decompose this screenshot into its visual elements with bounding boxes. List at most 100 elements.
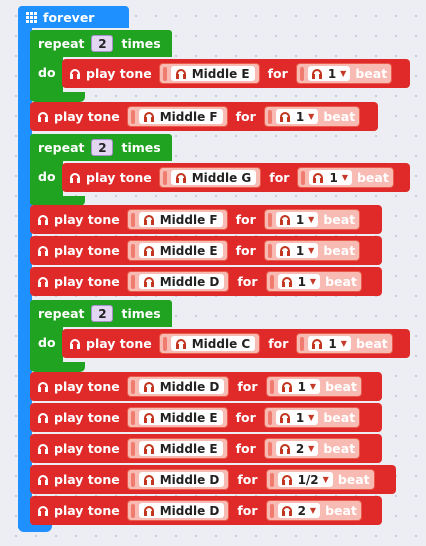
- note-value[interactable]: Middle E: [138, 441, 223, 456]
- repeat-label: repeat: [38, 36, 85, 51]
- play-tone-block[interactable]: play tone Middle E for 1 ▼ beat: [30, 403, 382, 432]
- play-tone-label: play tone: [54, 274, 120, 289]
- beat-input[interactable]: 1/2 ▼ beat: [265, 469, 375, 490]
- note-value[interactable]: Middle F: [138, 109, 223, 124]
- beat-input[interactable]: 1 ▼ beat: [263, 407, 361, 428]
- headphones-icon: [38, 246, 48, 256]
- play-tone-label: play tone: [54, 410, 120, 425]
- note-input[interactable]: Middle C: [158, 333, 261, 354]
- note-input[interactable]: Middle E: [126, 438, 228, 459]
- beat-dropdown[interactable]: 1 ▼: [277, 274, 321, 289]
- beat-dropdown[interactable]: 2 ▼: [275, 441, 319, 456]
- beat-dropdown[interactable]: 2 ▼: [277, 503, 321, 518]
- headphones-icon: [312, 339, 323, 349]
- note-value[interactable]: Middle C: [170, 336, 256, 351]
- note-value[interactable]: Middle E: [170, 66, 255, 81]
- beat-input[interactable]: 1 ▼ beat: [297, 167, 394, 188]
- repeat-block[interactable]: repeat 2 times: [30, 30, 172, 57]
- beat-input[interactable]: 1 ▼ beat: [295, 63, 393, 84]
- play-tone-block[interactable]: play tone Middle D for 1 ▼ beat: [30, 267, 382, 296]
- chevron-down-icon: ▼: [308, 444, 315, 453]
- headphones-icon: [143, 215, 154, 225]
- note-input[interactable]: Middle G: [158, 167, 262, 188]
- note-value[interactable]: Middle D: [138, 472, 225, 487]
- headphones-icon: [281, 382, 292, 392]
- play-tone-block[interactable]: play tone Middle G for 1 ▼ beat: [62, 163, 410, 192]
- note-value[interactable]: Middle G: [170, 170, 257, 185]
- play-tone-block[interactable]: play tone Middle D for 1/2 ▼ beat: [30, 465, 396, 494]
- beat-input[interactable]: 1 ▼ beat: [263, 106, 361, 127]
- play-tone-block[interactable]: play tone Middle D for 1 ▼ beat: [30, 372, 382, 401]
- repeat-block[interactable]: repeat 2 times: [30, 300, 172, 327]
- for-label: for: [237, 472, 258, 487]
- beat-dropdown[interactable]: 1 ▼: [275, 243, 319, 258]
- play-tone-block[interactable]: play tone Middle C for 1 ▼ beat: [62, 329, 410, 358]
- play-tone-label: play tone: [54, 472, 120, 487]
- beat-input[interactable]: 2 ▼ beat: [265, 500, 362, 521]
- headphones-icon: [70, 69, 80, 79]
- chevron-down-icon: ▼: [340, 69, 347, 78]
- beat-label: beat: [325, 503, 357, 518]
- chevron-down-icon: ▼: [308, 413, 315, 422]
- headphones-icon: [279, 444, 290, 454]
- for-label: for: [235, 410, 256, 425]
- beat-dropdown[interactable]: 1 ▼: [275, 410, 319, 425]
- play-tone-block[interactable]: play tone Middle E for 1 ▼ beat: [62, 59, 410, 88]
- play-tone-block[interactable]: play tone Middle F for 1 ▼ beat: [30, 205, 382, 234]
- beat-dropdown[interactable]: 1 ▼: [275, 212, 319, 227]
- chevron-down-icon: ▼: [308, 112, 315, 121]
- headphones-icon: [38, 413, 48, 423]
- beat-dropdown[interactable]: 1 ▼: [275, 109, 319, 124]
- headphones-icon: [38, 444, 48, 454]
- forever-block[interactable]: forever: [18, 6, 129, 28]
- repeat-block[interactable]: repeat 2 times: [30, 134, 172, 161]
- do-label: do: [38, 335, 56, 350]
- beat-dropdown[interactable]: 1 ▼: [307, 66, 351, 81]
- play-tone-block[interactable]: play tone Middle F for 1 ▼ beat: [30, 102, 378, 131]
- play-tone-block[interactable]: play tone Middle E for 2 ▼ beat: [30, 434, 382, 463]
- beat-dropdown[interactable]: 1 ▼: [309, 170, 352, 185]
- play-tone-block[interactable]: play tone Middle E for 1 ▼ beat: [30, 236, 382, 265]
- beat-input[interactable]: 2 ▼ beat: [263, 438, 361, 459]
- beat-dropdown[interactable]: 1 ▼: [308, 336, 351, 351]
- beat-input[interactable]: 1 ▼ beat: [265, 376, 362, 397]
- beat-dropdown[interactable]: 1 ▼: [277, 379, 321, 394]
- beat-input[interactable]: 1 ▼ beat: [263, 209, 361, 230]
- chevron-down-icon: ▼: [341, 173, 348, 182]
- headphones-icon: [38, 215, 48, 225]
- beat-input[interactable]: 1 ▼ beat: [296, 333, 393, 354]
- note-input[interactable]: Middle F: [126, 209, 228, 230]
- note-input[interactable]: Middle E: [158, 63, 260, 84]
- note-input[interactable]: Middle D: [126, 376, 230, 397]
- note-value[interactable]: Middle E: [138, 243, 223, 258]
- beat-input[interactable]: 1 ▼ beat: [265, 271, 362, 292]
- beat-label: beat: [355, 336, 388, 351]
- note-value[interactable]: Middle D: [138, 274, 225, 289]
- repeat-block-foot: [30, 92, 85, 102]
- play-tone-block[interactable]: play tone Middle D for 2 ▼ beat: [30, 496, 382, 525]
- headphones-icon: [175, 69, 186, 79]
- beat-input[interactable]: 1 ▼ beat: [263, 240, 361, 261]
- play-tone-label: play tone: [54, 379, 120, 394]
- note-input[interactable]: Middle E: [126, 240, 228, 261]
- repeat-count-input[interactable]: 2: [91, 305, 114, 322]
- note-value[interactable]: Middle F: [138, 212, 223, 227]
- note-input[interactable]: Middle E: [126, 407, 228, 428]
- note-value[interactable]: Middle D: [138, 503, 225, 518]
- headphones-icon: [143, 506, 154, 516]
- repeat-count-input[interactable]: 2: [91, 35, 114, 52]
- note-value[interactable]: Middle E: [138, 410, 223, 425]
- for-label: for: [237, 379, 258, 394]
- for-label: for: [235, 441, 256, 456]
- note-value[interactable]: Middle D: [138, 379, 225, 394]
- headphones-icon: [38, 506, 48, 516]
- note-input[interactable]: Middle F: [126, 106, 228, 127]
- headphones-icon: [38, 382, 48, 392]
- note-input[interactable]: Middle D: [126, 469, 230, 490]
- beat-dropdown[interactable]: 1/2 ▼: [277, 472, 333, 487]
- do-label: do: [38, 65, 56, 80]
- repeat-count-input[interactable]: 2: [91, 139, 114, 156]
- headphones-icon: [279, 413, 290, 423]
- note-input[interactable]: Middle D: [126, 500, 230, 521]
- note-input[interactable]: Middle D: [126, 271, 230, 292]
